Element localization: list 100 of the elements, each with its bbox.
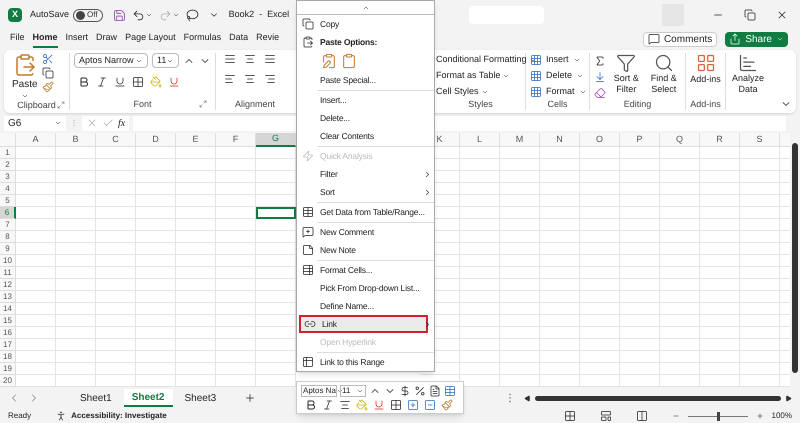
grid-cell[interactable] <box>56 339 96 351</box>
grid-cell[interactable] <box>660 207 700 219</box>
grid-cell[interactable] <box>740 279 780 291</box>
column-header[interactable]: A <box>16 133 56 147</box>
grid-cell[interactable] <box>176 195 216 207</box>
grid-cell[interactable] <box>136 231 176 243</box>
grid-cell[interactable] <box>500 315 540 327</box>
row-header[interactable]: 9 <box>0 243 16 255</box>
grid-cell[interactable] <box>460 291 500 303</box>
grid-cell[interactable] <box>500 231 540 243</box>
save-icon[interactable] <box>112 8 126 22</box>
grid-cell[interactable] <box>136 219 176 231</box>
grid-cell[interactable] <box>460 363 500 375</box>
cut-icon[interactable] <box>42 53 54 65</box>
grid-cell[interactable] <box>580 327 620 339</box>
grid-cell[interactable] <box>216 255 256 267</box>
cancel-icon[interactable] <box>86 117 98 129</box>
grid-cell[interactable] <box>460 279 500 291</box>
grid-cell[interactable] <box>176 339 216 351</box>
scroll-left-icon[interactable] <box>524 394 532 402</box>
add-sheet-icon[interactable] <box>244 392 256 404</box>
clear-icon[interactable] <box>594 87 606 99</box>
grid-cell[interactable] <box>660 231 700 243</box>
decrease-decimal-icon[interactable] <box>424 398 436 410</box>
grid-cell[interactable] <box>136 171 176 183</box>
grid-cell[interactable] <box>96 255 136 267</box>
column-header[interactable]: B <box>56 133 96 147</box>
grid-cell[interactable] <box>16 267 56 279</box>
grid-cell[interactable] <box>460 255 500 267</box>
grid-cell[interactable] <box>700 159 740 171</box>
paste-values-icon[interactable] <box>341 53 357 69</box>
grid-cell[interactable] <box>16 183 56 195</box>
copy-icon[interactable] <box>42 67 54 79</box>
grid-cell[interactable] <box>216 303 256 315</box>
add-ins-button[interactable]: Add-ins <box>686 53 725 86</box>
grid-cell[interactable] <box>540 207 580 219</box>
grid-cell[interactable] <box>16 279 56 291</box>
grid-cell[interactable] <box>540 339 580 351</box>
grid-cell[interactable] <box>16 351 56 363</box>
menu-item[interactable]: Copy <box>297 15 434 33</box>
font-name-dropdown[interactable]: Aptos Narrow <box>74 53 148 68</box>
grid-cell[interactable] <box>16 159 56 171</box>
column-header[interactable]: Q <box>660 133 700 147</box>
grid-cell[interactable] <box>700 327 740 339</box>
grid-cell[interactable] <box>176 315 216 327</box>
grid-cell[interactable] <box>660 279 700 291</box>
grid-cell[interactable] <box>660 339 700 351</box>
grid-cell[interactable] <box>96 339 136 351</box>
ribbon-tab[interactable]: Page Layout <box>125 30 176 48</box>
menu-item[interactable]: Delete... <box>297 109 434 127</box>
grid-cell[interactable] <box>96 267 136 279</box>
font-size-dropdown[interactable]: 11 <box>340 384 366 396</box>
grid-cell[interactable] <box>176 327 216 339</box>
grid-cell[interactable] <box>580 351 620 363</box>
grid-cell[interactable] <box>136 351 176 363</box>
grid-cell[interactable] <box>216 231 256 243</box>
grid-cell[interactable] <box>620 171 660 183</box>
grid-cell[interactable] <box>16 291 56 303</box>
grid-cell[interactable] <box>460 171 500 183</box>
grid-cell[interactable] <box>56 207 96 219</box>
grid-cell[interactable] <box>176 255 216 267</box>
font-color-icon[interactable] <box>168 76 180 88</box>
grid-cell[interactable] <box>620 267 660 279</box>
grid-cell[interactable] <box>460 195 500 207</box>
grid-cell[interactable] <box>740 255 780 267</box>
ribbon-tab[interactable]: Home <box>32 30 58 48</box>
increase-decimal-icon[interactable] <box>407 398 419 410</box>
grid-cell[interactable] <box>16 255 56 267</box>
grid-cell[interactable] <box>580 255 620 267</box>
grid-cell[interactable] <box>16 303 56 315</box>
grid-cell[interactable] <box>540 159 580 171</box>
align-center-icon[interactable] <box>244 73 256 85</box>
grid-cell[interactable] <box>16 243 56 255</box>
grid-cell[interactable] <box>540 267 580 279</box>
grid-cell[interactable] <box>96 207 136 219</box>
grid-cell[interactable] <box>540 219 580 231</box>
grid-cell[interactable] <box>660 291 700 303</box>
grid-cell[interactable] <box>580 303 620 315</box>
grid-cell[interactable] <box>700 303 740 315</box>
grid-cell[interactable] <box>136 195 176 207</box>
enter-icon[interactable] <box>102 117 114 129</box>
grid-cell[interactable] <box>580 171 620 183</box>
grid-cell[interactable] <box>540 375 580 387</box>
column-header[interactable]: C <box>96 133 136 147</box>
grid-cell[interactable] <box>136 255 176 267</box>
grid-cell[interactable] <box>700 183 740 195</box>
font-color-icon[interactable] <box>373 398 385 410</box>
grid-cell[interactable] <box>660 171 700 183</box>
grid-cell[interactable] <box>136 279 176 291</box>
grid-cell[interactable] <box>700 147 740 159</box>
grid-cell[interactable] <box>740 339 780 351</box>
grid-cell[interactable] <box>660 267 700 279</box>
grid-cell[interactable] <box>700 231 740 243</box>
row-header[interactable]: 1 <box>0 147 16 159</box>
grid-cell[interactable] <box>500 255 540 267</box>
comma-style-icon[interactable] <box>429 384 441 396</box>
grid-cell[interactable] <box>700 279 740 291</box>
grid-cell[interactable] <box>216 339 256 351</box>
grid-cell[interactable] <box>620 303 660 315</box>
italic-icon[interactable] <box>96 76 108 88</box>
